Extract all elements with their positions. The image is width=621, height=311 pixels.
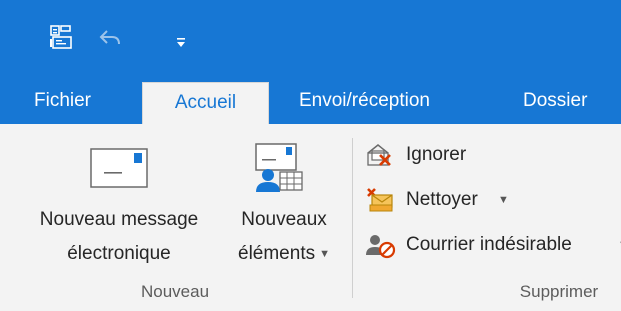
group-label-nouveau: Nouveau [140,282,210,301]
customize-qat-icon[interactable] [175,36,187,48]
ignore-button[interactable]: Ignorer [366,140,526,170]
tab-dossier[interactable]: Dossier [523,78,587,124]
group-separator [352,138,353,298]
junk-mail-icon [366,233,396,259]
junk-mail-button[interactable]: Courrier indésirable▼ [366,230,621,260]
clean-up-icon [366,187,394,213]
clean-up-button[interactable]: Nettoyer ▼ [366,185,526,215]
tab-envoi-reception[interactable]: Envoi/réception [299,78,430,124]
ignore-icon [366,143,392,167]
send-receive-icon[interactable] [49,24,73,50]
tab-accueil[interactable]: Accueil [142,82,269,124]
new-email-button[interactable]: Nouveau message électronique [14,148,224,274]
new-email-icon [90,148,148,188]
ribbon-tabs: Fichier Accueil Envoi/réception Dossier [0,78,621,124]
new-items-label-line1: Nouveaux [241,209,327,230]
new-items-label-line2-wrap: éléments ▼ [224,239,344,269]
junk-mail-label: Courrier indésirable [406,234,572,255]
new-items-icon [250,142,306,192]
new-items-label-line2: éléments [238,243,316,264]
new-items-button[interactable]: Nouveaux éléments ▼ [224,142,344,274]
group-label-supprimer: Supprimer [519,282,599,301]
new-email-label-line1: Nouveau message [39,209,199,230]
undo-icon[interactable] [98,27,122,49]
new-items-dropdown-arrow[interactable]: ▼ [319,248,330,260]
clean-up-dropdown-arrow[interactable]: ▼ [498,185,509,215]
clean-up-label: Nettoyer [406,189,478,210]
new-email-label-line2: électronique [67,243,171,264]
tab-fichier[interactable]: Fichier [34,78,91,124]
title-bar [0,0,621,78]
ignore-label: Ignorer [406,144,467,165]
